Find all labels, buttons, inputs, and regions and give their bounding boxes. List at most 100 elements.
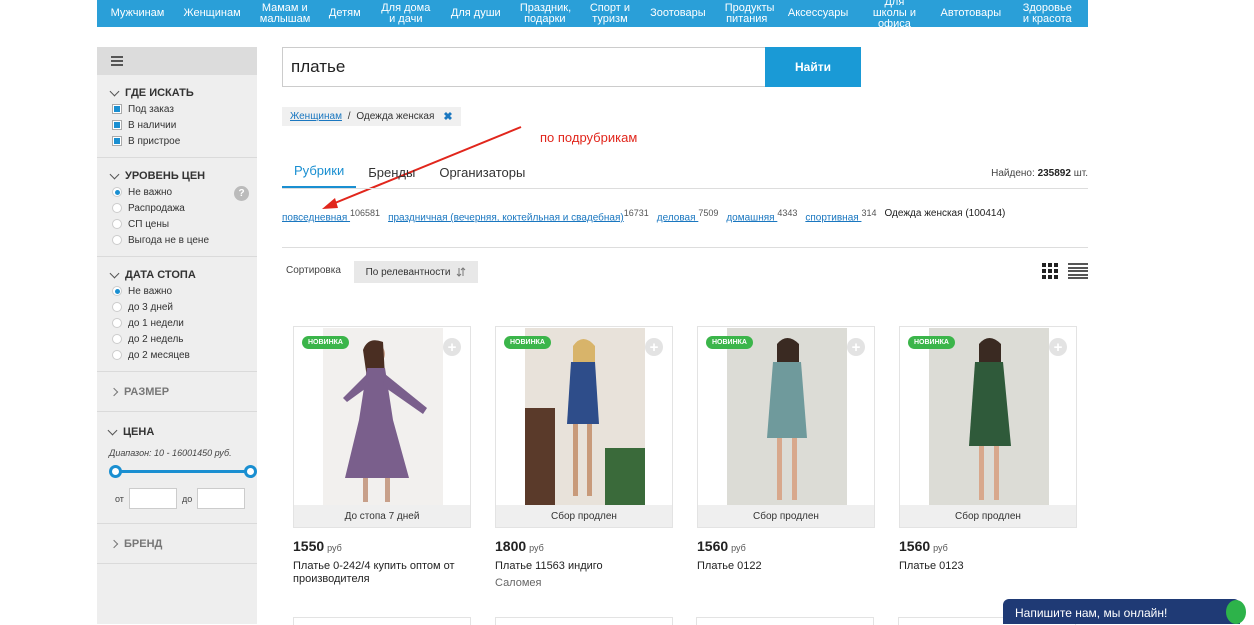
product-card[interactable]: НОВИНКА + Сбор продлен 1560 руб Платье 01… bbox=[899, 326, 1077, 590]
product-image[interactable]: НОВИНКА + Сбор продлен bbox=[697, 326, 875, 528]
price-to-input[interactable] bbox=[197, 488, 246, 509]
radio-option[interactable]: СП цены bbox=[111, 218, 257, 230]
radio-option[interactable]: до 1 недели bbox=[111, 317, 257, 329]
new-badge: НОВИНКА bbox=[908, 336, 955, 349]
product-card[interactable]: НОВИНКА + До стопа 7 дней 1550 руб Платье… bbox=[293, 326, 471, 590]
radio[interactable] bbox=[112, 187, 122, 197]
help-icon[interactable]: ? bbox=[234, 186, 249, 201]
checkbox-option[interactable]: В наличии bbox=[111, 119, 257, 131]
slider-max-handle[interactable] bbox=[244, 465, 257, 478]
add-to-favorites-icon[interactable]: + bbox=[847, 338, 865, 356]
radio[interactable] bbox=[112, 302, 122, 312]
chat-widget[interactable]: Напишите нам, мы онлайн! bbox=[1003, 599, 1246, 624]
search-input[interactable] bbox=[282, 47, 765, 87]
subcategory-link[interactable]: домашняя bbox=[726, 212, 777, 223]
price-inputs: от до bbox=[109, 488, 257, 509]
chat-label: Напишите нам, мы онлайн! bbox=[1015, 606, 1168, 620]
product-card[interactable]: НОВИНКА + Сбор продлен 1560 руб Платье 01… bbox=[697, 326, 875, 590]
filter-price-level: УРОВЕНЬ ЦЕН Не важно Распродажа СП цены … bbox=[97, 158, 257, 257]
product-name[interactable]: Платье 11563 индиго bbox=[495, 560, 673, 573]
remove-filter-icon[interactable]: ✖ bbox=[443, 110, 452, 123]
subcategory-link[interactable]: деловая bbox=[657, 212, 699, 223]
filter-stop-date: ДАТА СТОПА Не важно до 3 дней до 1 недел… bbox=[97, 257, 257, 372]
search-button[interactable]: Найти bbox=[765, 47, 861, 87]
checkbox[interactable] bbox=[112, 120, 122, 130]
grid-view-icon[interactable] bbox=[1042, 263, 1059, 279]
checkbox[interactable] bbox=[112, 136, 122, 146]
nav-item-home[interactable]: Для дома и дачи bbox=[376, 2, 436, 25]
radio[interactable] bbox=[112, 334, 122, 344]
radio[interactable] bbox=[112, 203, 122, 213]
filter-where-header[interactable]: ГДЕ ИСКАТЬ bbox=[109, 86, 257, 99]
new-badge: НОВИНКА bbox=[504, 336, 551, 349]
filter-price-level-header[interactable]: УРОВЕНЬ ЦЕН bbox=[109, 169, 257, 182]
sidebar-toggle[interactable] bbox=[97, 47, 257, 75]
tab-brands[interactable]: Бренды bbox=[356, 165, 427, 188]
nav-item-food[interactable]: Продукты питания bbox=[721, 2, 775, 25]
checkbox-option[interactable]: Под заказ bbox=[111, 103, 257, 115]
nav-item-pets[interactable]: Зоотовары bbox=[646, 8, 710, 19]
add-to-favorites-icon[interactable]: + bbox=[645, 338, 663, 356]
radio-option[interactable]: Распродажа bbox=[111, 202, 257, 214]
subcategory-link[interactable]: повседневная bbox=[282, 212, 350, 223]
nav-item-kids[interactable]: Детям bbox=[325, 8, 365, 19]
nav-item-soul[interactable]: Для души bbox=[447, 8, 505, 19]
checkbox-option[interactable]: В пристрое bbox=[111, 135, 257, 147]
tab-rubrics[interactable]: Рубрики bbox=[282, 163, 357, 188]
subcategory-count: 106581 bbox=[350, 208, 381, 218]
product-card[interactable]: НОВИНКА + Сбор продлен 1800 руб Платье 11… bbox=[495, 326, 673, 590]
nav-item-moms[interactable]: Мамам и малышам bbox=[256, 2, 314, 25]
add-to-favorites-icon[interactable]: + bbox=[1049, 338, 1067, 356]
filter-stop-date-header[interactable]: ДАТА СТОПА bbox=[109, 268, 257, 281]
breadcrumb-separator: / bbox=[344, 111, 354, 122]
filter-price-header[interactable]: ЦЕНА bbox=[107, 425, 257, 438]
radio-option[interactable]: до 2 месяцев bbox=[111, 349, 257, 361]
product-image[interactable]: НОВИНКА + До стопа 7 дней bbox=[293, 326, 471, 528]
menu-icon[interactable] bbox=[111, 56, 123, 66]
radio-option[interactable]: до 3 дней bbox=[111, 301, 257, 313]
radio-option[interactable]: Выгода не в цене bbox=[111, 234, 257, 246]
sort-value: По релевантности bbox=[365, 266, 451, 278]
product-price: 1550 руб bbox=[293, 538, 342, 554]
product-organizer[interactable]: Саломея bbox=[495, 577, 673, 589]
filter-size-header[interactable]: РАЗМЕР bbox=[109, 386, 257, 398]
nav-item-health[interactable]: Здоровье и красота bbox=[1016, 2, 1078, 25]
subcategory-item: домашняя 4343 bbox=[726, 208, 797, 223]
tab-organizers[interactable]: Организаторы bbox=[427, 165, 537, 188]
checkbox[interactable] bbox=[112, 104, 122, 114]
nav-item-holiday[interactable]: Праздник, подарки bbox=[516, 2, 574, 25]
radio[interactable] bbox=[112, 350, 122, 360]
sort-dropdown[interactable]: По релевантности bbox=[354, 261, 478, 283]
subcategory-link[interactable]: спортивная bbox=[805, 212, 861, 223]
results-count-value: 235892 bbox=[1037, 168, 1071, 179]
radio-option[interactable]: до 2 недель bbox=[111, 333, 257, 345]
price-from-input[interactable] bbox=[128, 488, 177, 509]
breadcrumb-link-women[interactable]: Женщинам bbox=[290, 111, 342, 122]
nav-item-school[interactable]: Для школы и офиса bbox=[863, 0, 925, 30]
nav-item-women[interactable]: Женщинам bbox=[179, 8, 244, 19]
radio[interactable] bbox=[112, 318, 122, 328]
product-price: 1560 руб bbox=[899, 538, 948, 554]
add-to-favorites-icon[interactable]: + bbox=[443, 338, 461, 356]
radio-option[interactable]: Не важно bbox=[111, 285, 257, 297]
nav-item-auto[interactable]: Автотовары bbox=[937, 8, 1006, 19]
product-image[interactable]: НОВИНКА + Сбор продлен bbox=[495, 326, 673, 528]
radio[interactable] bbox=[112, 286, 122, 296]
product-image[interactable]: НОВИНКА + Сбор продлен bbox=[899, 326, 1077, 528]
subcategory-link[interactable]: праздничная (вечерняя, коктейльная и сва… bbox=[388, 212, 624, 223]
product-name[interactable]: Платье 0122 bbox=[697, 560, 875, 573]
list-view-icon[interactable] bbox=[1068, 263, 1088, 279]
radio[interactable] bbox=[112, 235, 122, 245]
subcategory-item: повседневная 106581 bbox=[282, 208, 380, 223]
nav-item-accessories[interactable]: Аксессуары bbox=[784, 8, 852, 19]
filter-brand-header[interactable]: БРЕНД bbox=[109, 538, 257, 550]
slider-min-handle[interactable] bbox=[109, 465, 122, 478]
product-price: 1560 руб bbox=[697, 538, 746, 554]
price-slider[interactable] bbox=[109, 464, 257, 478]
product-name[interactable]: Платье 0123 bbox=[899, 560, 1077, 573]
nav-item-sport[interactable]: Спорт и туризм bbox=[585, 2, 635, 25]
price-to-label: до bbox=[181, 493, 193, 504]
product-name[interactable]: Платье 0-242/4 купить оптом от производи… bbox=[293, 560, 471, 586]
radio[interactable] bbox=[112, 219, 122, 229]
nav-item-men[interactable]: Мужчинам bbox=[107, 8, 169, 19]
